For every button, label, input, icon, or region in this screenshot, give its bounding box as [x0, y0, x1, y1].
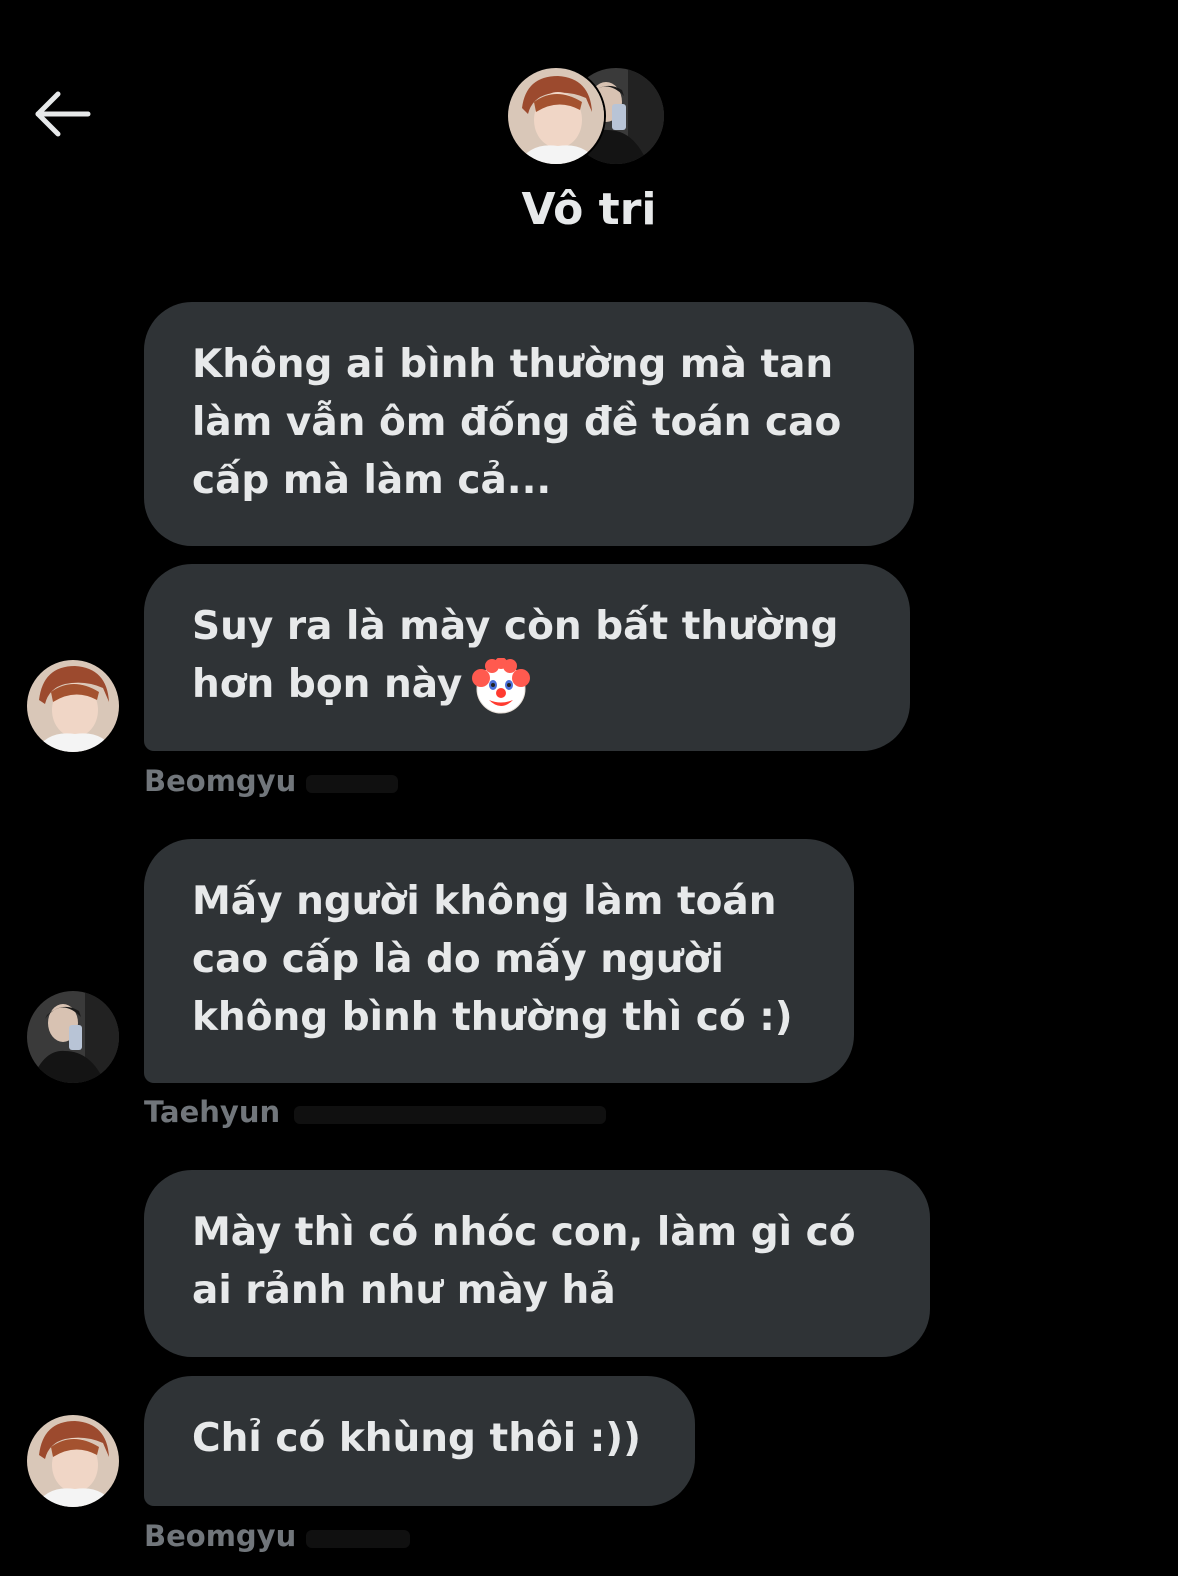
timestamp-redacted [306, 1530, 410, 1548]
message-bubble[interactable]: Chỉ có khùng thôi :)) [144, 1376, 695, 1506]
clown-face-icon [472, 656, 531, 716]
timestamp-redacted [306, 775, 398, 793]
message-text: Chỉ có khùng thôi :)) [192, 1416, 641, 1461]
message-bubble[interactable]: Mấy người không làm toán cao cấp là do m… [144, 839, 854, 1083]
conversation-title: Vô tri [521, 184, 657, 235]
message-text: Mấy người không làm toán cao cấp là do m… [192, 879, 793, 1040]
sender-name: Beomgyu [144, 1519, 297, 1553]
sender-name: Beomgyu [144, 764, 297, 798]
sender-name: Taehyun [144, 1095, 281, 1129]
message-text: Không ai bình thường mà tan làm vẫn ôm đ… [192, 342, 842, 503]
message-bubble[interactable]: Suy ra là mày còn bất thường hơn bọn này [144, 564, 910, 751]
avatar[interactable] [27, 991, 119, 1083]
avatar[interactable] [27, 660, 119, 752]
timestamp-redacted [294, 1106, 606, 1124]
message-bubble[interactable]: Không ai bình thường mà tan làm vẫn ôm đ… [144, 302, 914, 546]
back-button[interactable] [30, 86, 94, 142]
message-text: Mày thì có nhóc con, làm gì có ai rảnh n… [192, 1210, 856, 1313]
avatar[interactable] [27, 1415, 119, 1507]
message-bubble[interactable]: Mày thì có nhóc con, làm gì có ai rảnh n… [144, 1170, 930, 1357]
group-avatars[interactable] [506, 66, 670, 166]
avatar [506, 66, 606, 166]
arrow-left-icon [35, 91, 91, 137]
